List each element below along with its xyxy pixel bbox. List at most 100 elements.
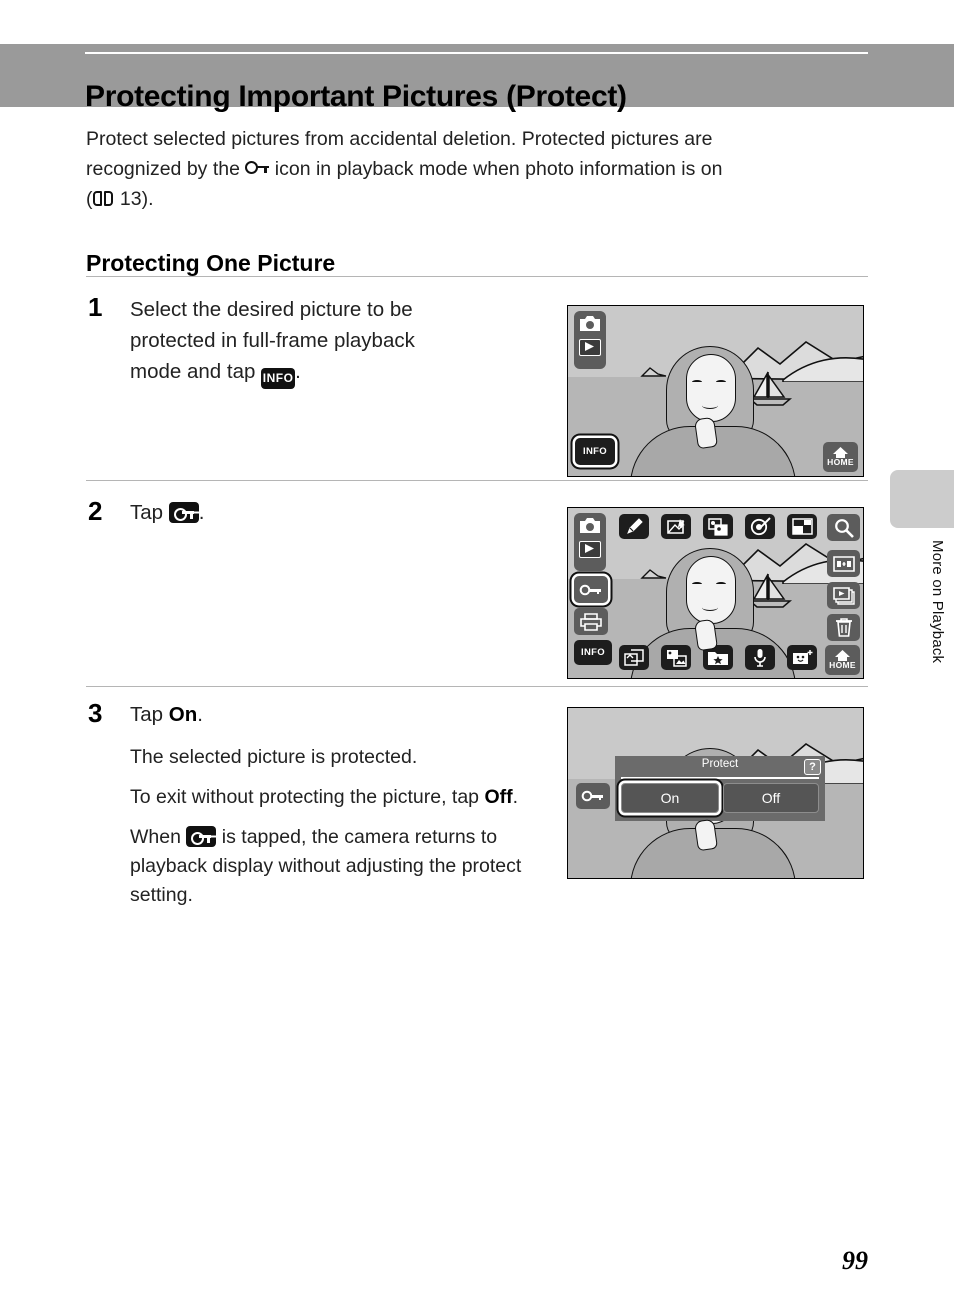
d-lighting-icon <box>666 518 685 534</box>
step-1-line-3-text-a: mode and tap <box>130 360 256 383</box>
slideshow-icon-button[interactable] <box>827 582 860 609</box>
side-tab-label: More on Playback <box>929 540 946 664</box>
rotate-image-icon <box>623 648 644 666</box>
protect-key-icon <box>581 790 603 802</box>
delete-trash-icon-button[interactable] <box>827 614 860 641</box>
step-3-heading-a: Tap <box>130 703 169 726</box>
copy-icon-button[interactable] <box>661 645 691 670</box>
voice-memo-icon-button[interactable] <box>745 645 775 670</box>
step-3-para-3-b: is tapped, the camera returns to <box>221 826 498 848</box>
info-icon: INFO <box>261 368 296 389</box>
step-3-para-3: When is tapped, the camera returns to pl… <box>130 823 550 910</box>
scene-small-island <box>640 367 667 377</box>
step-3-body: Tap On. The selected picture is protecte… <box>130 700 550 910</box>
intro-line-3: ( 13). <box>86 184 826 214</box>
protect-key-icon-button[interactable] <box>574 576 608 603</box>
side-tab-block <box>890 470 954 528</box>
step-3-para-2: To exit without protecting the picture, … <box>130 783 550 812</box>
small-picture-icon-button[interactable] <box>787 514 817 539</box>
d-lighting-icon-button[interactable] <box>661 514 691 539</box>
camera-screen-playback-menu: INFO HOME <box>567 507 864 679</box>
divider-rule-1 <box>86 276 868 277</box>
step-3-para-2-a: To exit without protecting the picture, … <box>130 786 485 808</box>
skin-softening-icon <box>707 517 728 536</box>
dialog-title: Protect <box>701 758 739 770</box>
step-3-heading: Tap On. <box>130 700 550 729</box>
thumbnail-view-icon <box>832 555 855 572</box>
home-button[interactable]: HOME <box>823 442 858 472</box>
page-number: 99 <box>842 1246 868 1275</box>
print-order-icon <box>580 612 602 631</box>
step-1-line-3: mode and tap INFO. <box>130 356 530 389</box>
protect-key-icon <box>186 826 217 847</box>
auto-sort-icon <box>793 649 813 664</box>
book-reference-icon <box>92 190 115 208</box>
camera-screen-protect-dialog: Protect ? On Off <box>567 707 864 879</box>
quick-retouch-icon-button[interactable] <box>619 514 649 539</box>
step-1-line-3-text-b: . <box>295 360 301 383</box>
section-heading: Protecting One Picture <box>86 250 336 277</box>
step-3-para-2-c: . <box>512 786 519 808</box>
favorites-folder-icon <box>708 651 728 665</box>
header-rule <box>85 52 868 54</box>
protect-key-icon <box>579 584 601 595</box>
page-title: Protecting Important Pictures (Protect) <box>85 80 627 114</box>
intro-reference-page: 13). <box>119 188 154 210</box>
divider-rule-3 <box>86 686 868 687</box>
step-1-number: 1 <box>88 292 103 322</box>
slideshow-icon <box>832 586 855 605</box>
intro-line-2: recognized by the icon in playback mode … <box>86 154 826 184</box>
filter-effects-icon <box>750 517 771 536</box>
info-button[interactable]: INFO <box>575 438 615 465</box>
zoom-search-icon-button[interactable] <box>827 514 860 541</box>
step-3-para-2-off: Off <box>484 786 513 808</box>
camera-screen-full-frame-playback: INFO HOME <box>567 305 864 477</box>
quick-retouch-icon <box>626 518 643 534</box>
help-button[interactable]: ? <box>804 759 821 775</box>
print-order-icon-button[interactable] <box>574 608 608 635</box>
playback-icon[interactable] <box>579 541 601 558</box>
voice-memo-icon <box>754 649 766 667</box>
protect-key-icon <box>245 159 270 178</box>
step-3-para-3-line-2: playback display without adjusting the p… <box>130 855 522 877</box>
step-3-heading-c: . <box>197 703 203 726</box>
intro-paragraph: Protect selected pictures from accidenta… <box>86 124 826 214</box>
camera-icon[interactable] <box>579 315 601 332</box>
step-2-text-b: . <box>198 501 205 524</box>
step-1-body: Select the desired picture to be protect… <box>130 294 530 389</box>
filter-effects-icon-button[interactable] <box>745 514 775 539</box>
intro-line-1: Protect selected pictures from accidenta… <box>86 128 713 150</box>
zoom-search-icon <box>834 518 854 538</box>
rotate-image-icon-button[interactable] <box>619 645 649 670</box>
scene-small-island <box>640 569 667 579</box>
protect-off-button[interactable]: Off <box>723 783 819 813</box>
small-picture-icon <box>791 518 813 535</box>
step-2-text-a: Tap <box>130 501 164 524</box>
step-1-line-1: Select the desired picture to be <box>130 298 413 321</box>
intro-line-2-text-a: recognized by the <box>86 158 240 180</box>
protect-on-button[interactable]: On <box>621 783 719 813</box>
step-2-body: Tap . <box>130 498 530 527</box>
protect-dialog: Protect ? On Off <box>615 756 825 821</box>
skin-softening-icon-button[interactable] <box>703 514 733 539</box>
auto-sort-icon-button[interactable] <box>787 645 817 670</box>
delete-trash-icon <box>835 617 852 637</box>
playback-icon[interactable] <box>579 339 601 356</box>
info-button[interactable]: INFO <box>574 640 612 665</box>
protect-key-icon-button[interactable] <box>576 783 610 809</box>
protect-key-icon <box>168 502 199 523</box>
step-3-para-1: The selected picture is protected. <box>130 746 418 768</box>
step-1-line-2: protected in full-frame playback <box>130 329 415 352</box>
step-3-para-3-a: When <box>130 826 181 848</box>
intro-line-2-text-b: icon in playback mode when photo informa… <box>274 158 723 180</box>
copy-icon <box>666 649 687 667</box>
home-button[interactable]: HOME <box>825 645 860 675</box>
divider-rule-2 <box>86 480 868 481</box>
step-3-number: 3 <box>88 698 103 728</box>
step-3-heading-on: On <box>168 703 198 726</box>
step-2-number: 2 <box>88 496 103 526</box>
dialog-separator <box>621 777 819 779</box>
step-3-para-3-line-3: setting. <box>130 884 193 906</box>
camera-icon[interactable] <box>579 517 601 534</box>
thumbnail-view-icon-button[interactable] <box>827 550 860 577</box>
